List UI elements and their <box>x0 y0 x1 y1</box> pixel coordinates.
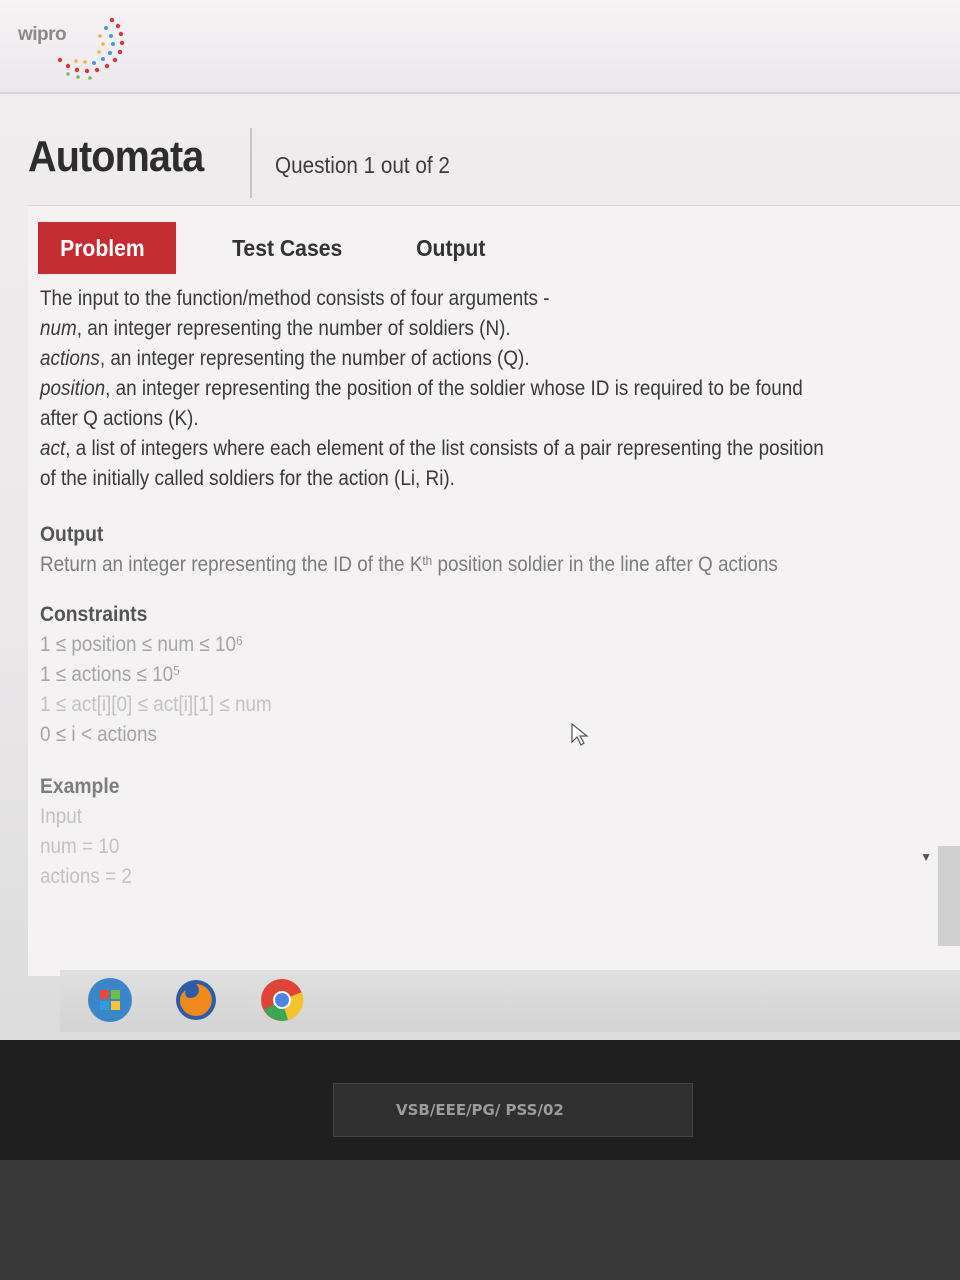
arg-desc: , an integer representing the number of … <box>76 317 511 340</box>
arg-position: position, an integer representing the po… <box>40 374 850 404</box>
constraint-item: 0 ≤ i < actions <box>40 720 850 750</box>
tab-problem[interactable]: Problem <box>38 222 176 274</box>
mouse-cursor-icon <box>571 722 589 746</box>
arg-desc: , an integer representing the number of … <box>99 347 530 370</box>
tab-bar: Problem Test Cases Output <box>38 222 638 274</box>
screen: wipro Automata Question 1 out of 2 Probl… <box>0 0 960 1040</box>
example-line: Input <box>40 805 83 828</box>
arg-name: actions <box>40 347 100 370</box>
question-counter: Question 1 out of 2 <box>275 152 450 178</box>
arg-num: num, an integer representing the number … <box>40 314 850 344</box>
wipro-logo: wipro <box>10 6 130 84</box>
scroll-down-arrow-icon[interactable]: ▼ <box>920 850 932 864</box>
windows-start-icon[interactable] <box>86 976 134 1024</box>
output-text-a: Return an integer representing the ID of… <box>40 553 423 576</box>
problem-panel: Problem Test Cases Output The input to t… <box>28 205 960 976</box>
arg-name: num <box>40 317 77 340</box>
constraint-text: 0 ≤ i < actions <box>40 723 158 746</box>
chrome-icon[interactable] <box>258 976 306 1024</box>
constraint-item: 1 ≤ actions ≤ 105 <box>40 660 850 690</box>
tab-test-cases[interactable]: Test Cases <box>210 222 364 274</box>
constraint-item: 1 ≤ act[i][0] ≤ act[i][1] ≤ num <box>40 690 850 720</box>
arg-name: act <box>40 437 66 460</box>
tab-output[interactable]: Output <box>394 222 507 274</box>
constraint-sup: 5 <box>173 663 180 678</box>
arg-desc: , a list of integers where each element … <box>65 437 824 460</box>
example-line: num = 10 <box>40 835 120 858</box>
example-heading: Example <box>40 775 120 798</box>
arg-actions: actions, an integer representing the num… <box>40 344 850 374</box>
title-row: Automata Question 1 out of 2 <box>0 110 960 200</box>
output-heading: Output <box>40 523 104 546</box>
desk-surface <box>0 1160 960 1280</box>
constraints-heading: Constraints <box>40 603 148 626</box>
arg-act-cont: of the initially called soldiers for the… <box>40 467 455 490</box>
constraint-text: 1 ≤ actions ≤ 10 <box>40 663 174 686</box>
output-text-b: position soldier in the line after Q act… <box>432 553 778 576</box>
constraint-text: 1 ≤ position ≤ num ≤ 10 <box>40 633 237 656</box>
problem-intro: The input to the function/method consist… <box>40 287 550 310</box>
app-title: Automata <box>28 132 204 181</box>
constraint-text: 1 ≤ act[i][0] ≤ act[i][1] ≤ num <box>40 693 272 716</box>
output-text: Return an integer representing the ID of… <box>40 550 850 580</box>
logo-text: wipro <box>18 24 67 45</box>
scrollbar-thumb[interactable] <box>938 846 960 946</box>
firefox-icon[interactable] <box>172 976 220 1024</box>
example-line: actions = 2 <box>40 865 132 888</box>
constraint-sup: 6 <box>236 633 243 648</box>
monitor-label: VSB/EEE/PG/ PSS/02 <box>333 1083 693 1137</box>
top-bar: wipro <box>0 0 960 94</box>
problem-content: The input to the function/method consist… <box>40 284 940 892</box>
arg-position-cont: after Q actions (K). <box>40 407 199 430</box>
constraint-item: 1 ≤ position ≤ num ≤ 106 <box>40 630 850 660</box>
arg-name: position <box>40 377 106 400</box>
arg-act: act, a list of integers where each eleme… <box>40 434 850 464</box>
arg-desc: , an integer representing the position o… <box>105 377 803 400</box>
title-divider <box>250 128 252 198</box>
output-sup: th <box>422 553 433 568</box>
